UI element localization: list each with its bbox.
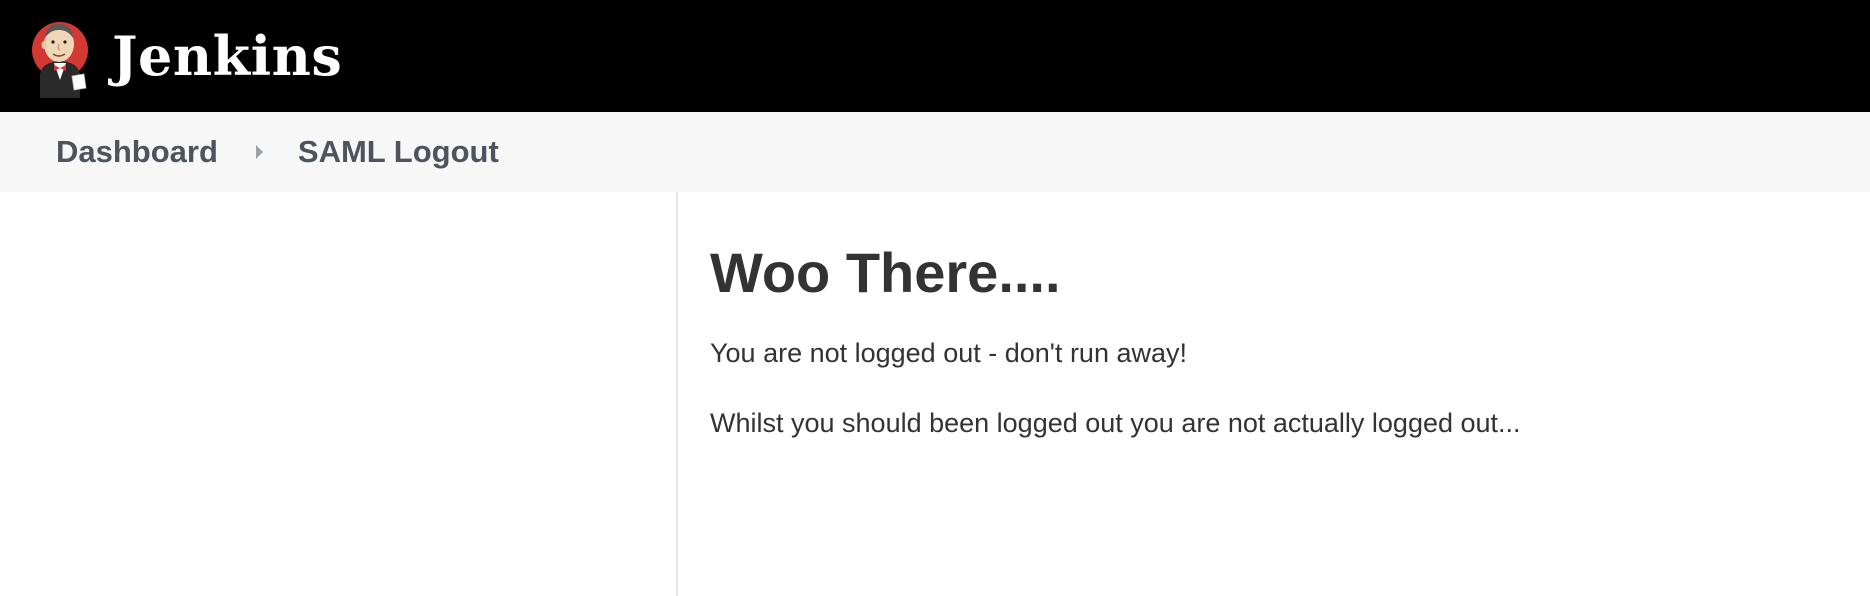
breadcrumb-item-saml-logout[interactable]: SAML Logout	[298, 132, 499, 172]
jenkins-butler-icon	[32, 22, 88, 98]
message-paragraph: You are not logged out - don't run away!	[710, 338, 1187, 368]
breadcrumb: Dashboard SAML Logout	[0, 112, 1870, 192]
home-logo-link[interactable]: Jenkins	[30, 14, 342, 98]
breadcrumb-item-dashboard[interactable]: Dashboard	[56, 132, 218, 172]
chevron-right-icon	[255, 145, 263, 159]
main-panel: Woo There.... You are not logged out - d…	[710, 192, 1850, 596]
page-title: Woo There....	[710, 241, 1061, 304]
top-header: Jenkins	[0, 0, 1870, 112]
side-panel	[0, 192, 678, 596]
message-paragraph: Whilst you should been logged out you ar…	[710, 408, 1521, 438]
app-name: Jenkins	[112, 24, 343, 88]
